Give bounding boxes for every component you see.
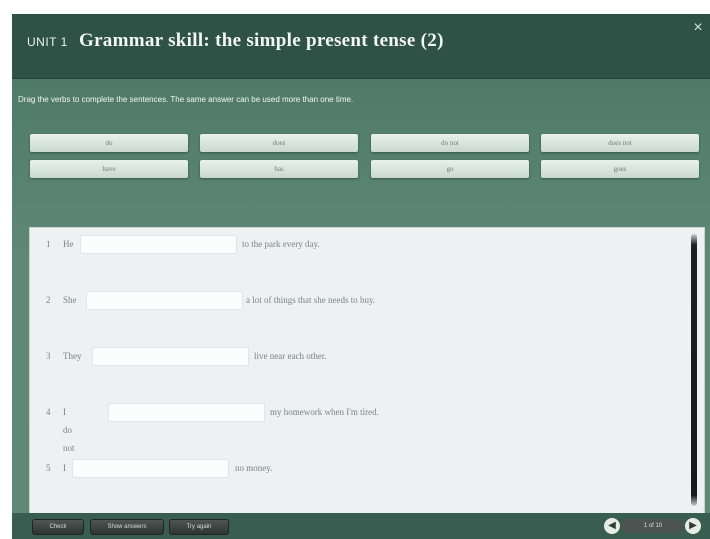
sentence-number: 2 <box>46 295 51 305</box>
page-indicator: 1 of 10 <box>622 519 684 533</box>
sentence-after: a lot of things that she needs to buy. <box>246 295 376 305</box>
arrow-left-icon[interactable]: ◀ <box>604 518 620 534</box>
sentences-panel: 1 He to the park every day. 2 She a lot … <box>29 227 705 514</box>
exercise-area: Drag the verbs to complete the sentences… <box>12 79 710 539</box>
answer-drop-zone[interactable] <box>72 459 229 478</box>
sentence-number: 1 <box>46 239 51 249</box>
sentence-number: 3 <box>46 351 51 361</box>
word-tile-have[interactable]: have <box>30 160 188 178</box>
sentence-before: I do not <box>63 407 75 453</box>
sentence-before: He <box>63 239 74 249</box>
sentence-after: my homework when I'm tired. <box>270 407 379 417</box>
word-tile-has[interactable]: has <box>200 160 358 178</box>
arrow-right-icon[interactable]: ▶ <box>685 518 701 534</box>
sentence-number: 5 <box>46 463 51 473</box>
word-tile-do-not[interactable]: do not <box>371 134 529 152</box>
word-tile-do[interactable]: do <box>30 134 188 152</box>
close-icon[interactable]: × <box>690 20 706 36</box>
word-tile-does[interactable]: does <box>200 134 358 152</box>
word-tile-does-not[interactable]: does not <box>541 134 699 152</box>
sentence-before: I <box>63 463 66 473</box>
activity-window: UNIT 1 Grammar skill: the simple present… <box>12 14 710 539</box>
show-answers-button[interactable]: Show answers <box>90 519 164 535</box>
sentence-after: no money. <box>235 463 273 473</box>
word-tile-goes[interactable]: goes <box>541 160 699 178</box>
answer-drop-zone[interactable] <box>92 347 249 366</box>
scrollbar-thumb[interactable] <box>691 234 697 506</box>
header-bar: UNIT 1 Grammar skill: the simple present… <box>12 14 710 79</box>
unit-label: UNIT 1 <box>27 35 68 49</box>
sentence-before: She <box>63 295 77 305</box>
word-tile-go[interactable]: go <box>371 160 529 178</box>
sentence-number: 4 <box>46 407 51 417</box>
footer-bar: Check Show answers Try again ◀ 1 of 10 ▶ <box>12 513 710 539</box>
page-title: Grammar skill: the simple present tense … <box>79 30 444 51</box>
word-bank: do does do not does not have has go goes <box>30 134 700 184</box>
sentence-after: live near each other. <box>254 351 327 361</box>
sentence-before: They <box>63 351 82 361</box>
instruction-text: Drag the verbs to complete the sentences… <box>18 95 354 104</box>
answer-drop-zone[interactable] <box>80 235 237 254</box>
sentence-after: to the park every day. <box>242 239 320 249</box>
try-again-button[interactable]: Try again <box>169 519 229 535</box>
answer-drop-zone[interactable] <box>108 403 265 422</box>
check-button[interactable]: Check <box>32 519 84 535</box>
answer-drop-zone[interactable] <box>86 291 243 310</box>
scrollbar-track[interactable] <box>691 234 697 506</box>
